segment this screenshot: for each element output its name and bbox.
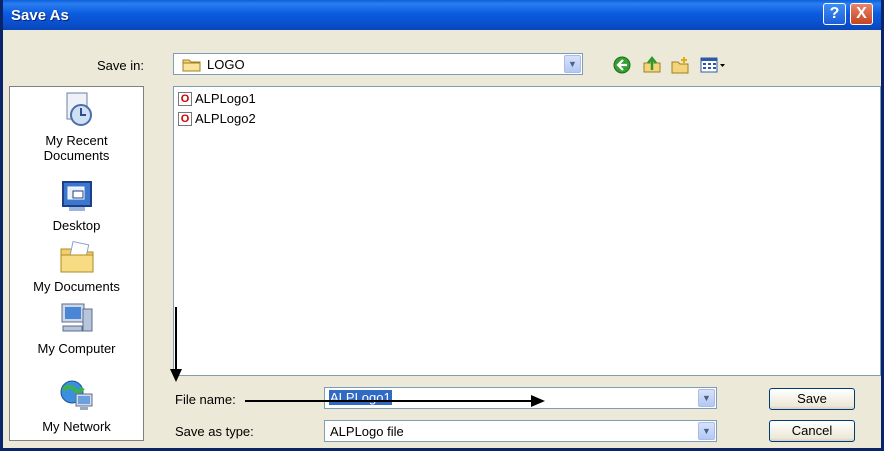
save-as-dialog: Save As ? X Save in: LOGO ▼ My Recent Do… bbox=[0, 0, 884, 451]
annotation-arrows bbox=[170, 307, 545, 407]
